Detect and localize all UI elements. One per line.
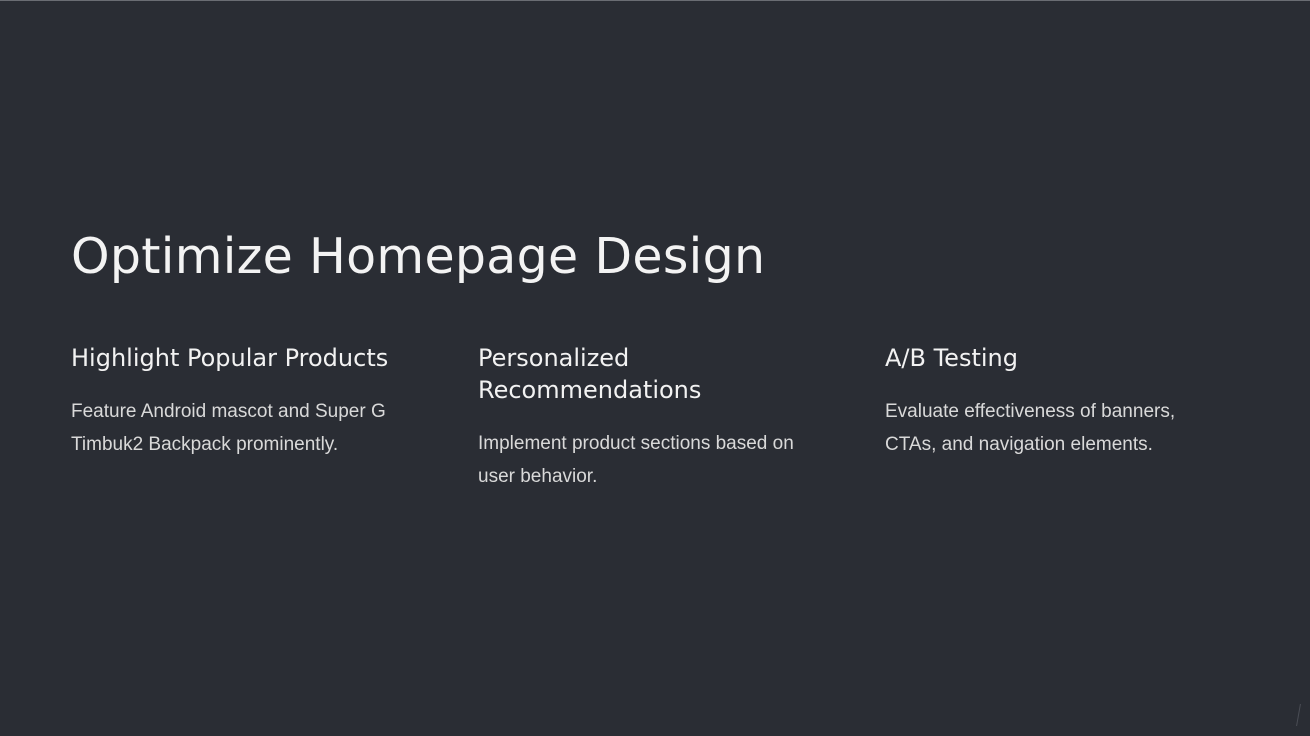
column-heading: Highlight Popular Products [71,344,389,372]
column-heading: A/B Testing [885,344,1018,372]
columns-container: Highlight Popular Products Feature Andro… [71,342,1241,493]
column-description: Implement product sections based on user… [478,433,794,487]
page-title: Optimize Homepage Design [71,228,766,285]
column-description: Evaluate effectiveness of banners, CTAs,… [885,401,1176,455]
slide: Optimize Homepage Design Highlight Popul… [0,0,1310,736]
column-heading: Personalized Recommendations [478,344,702,404]
column-ab-testing: A/B Testing Evaluate effectiveness of ba… [885,342,1241,493]
column-highlight-popular-products: Highlight Popular Products Feature Andro… [71,342,478,493]
column-description: Feature Android mascot and Super G Timbu… [71,401,386,455]
column-personalized-recommendations: Personalized Recommendations Implement p… [478,342,885,493]
